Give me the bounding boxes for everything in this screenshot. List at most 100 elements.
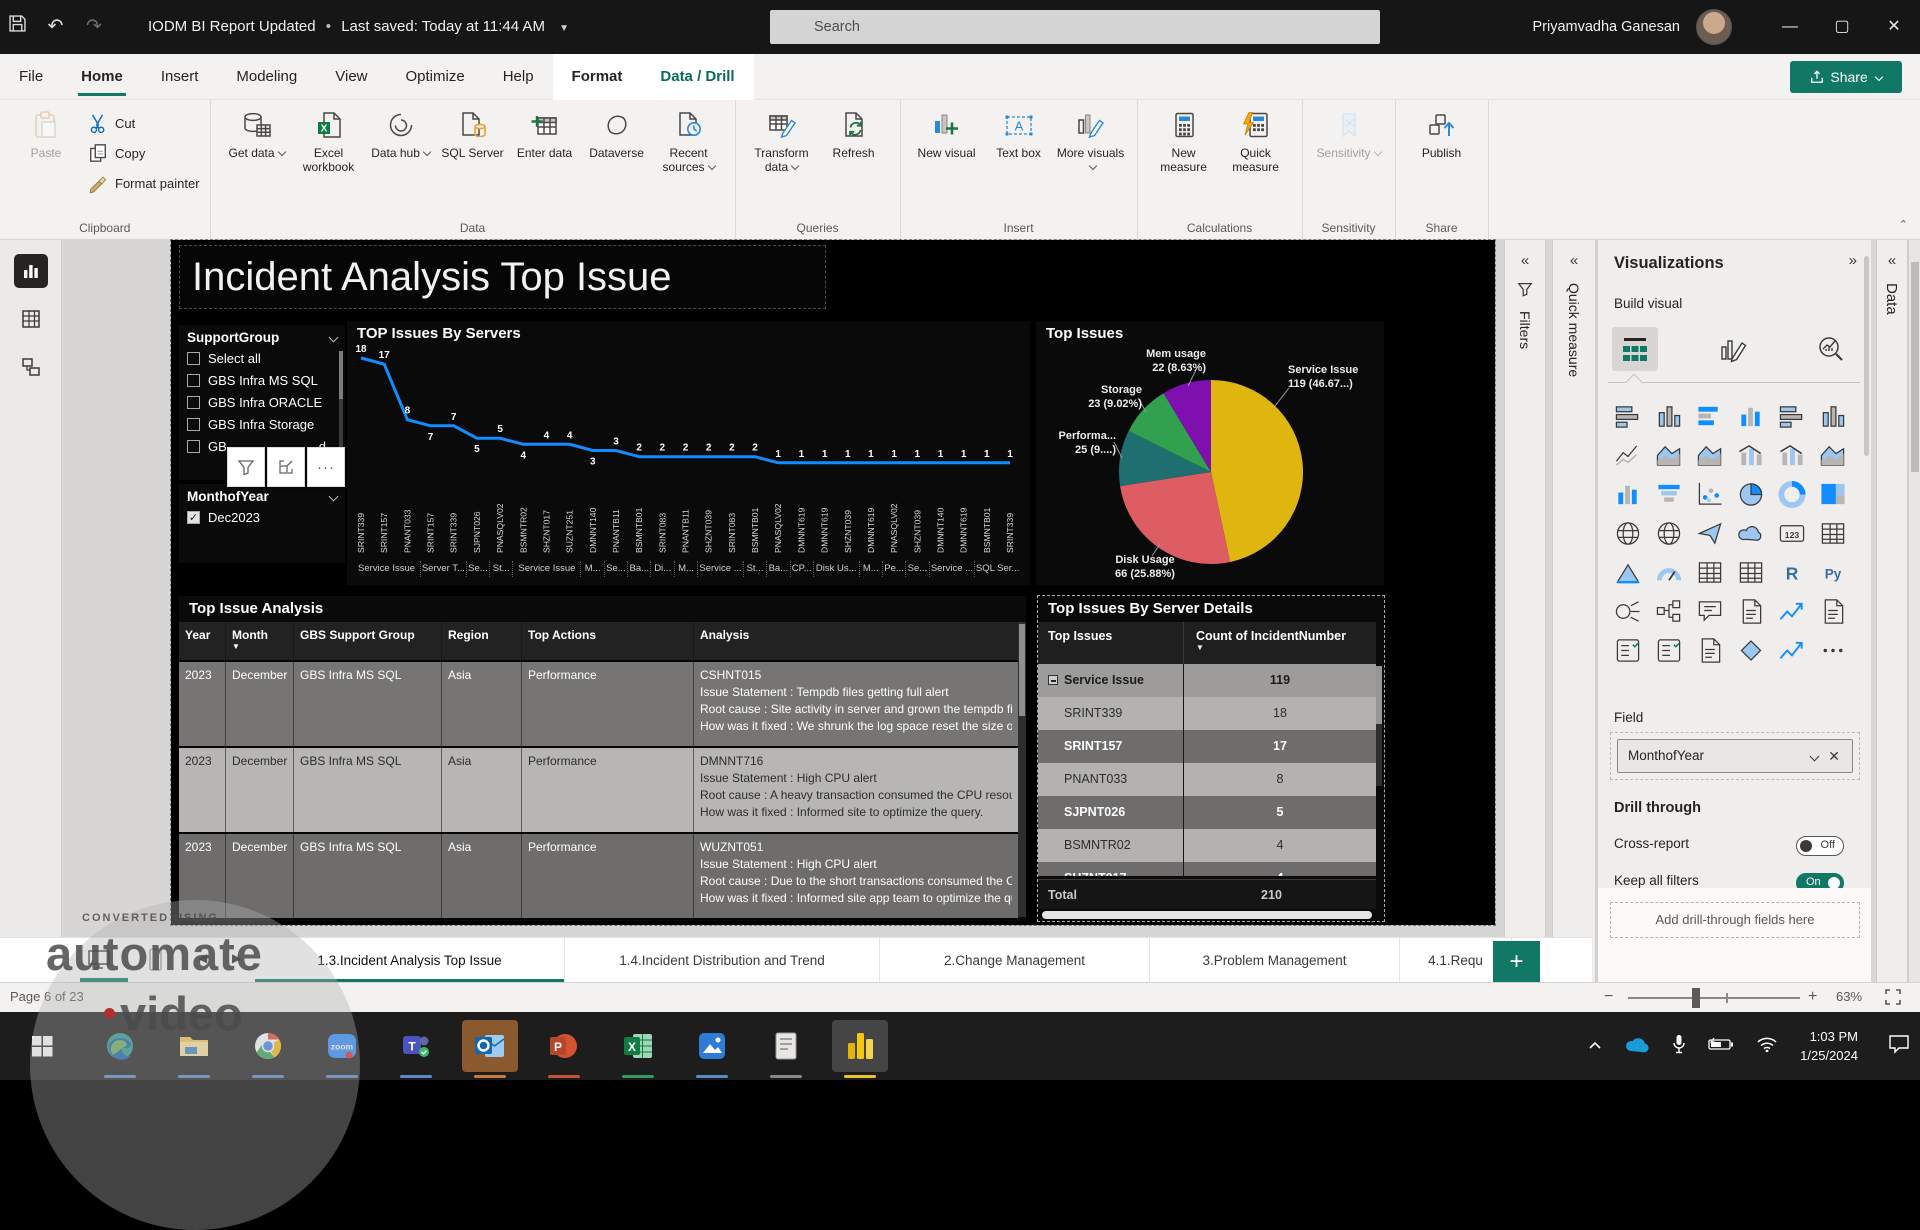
visual-type-funnel-chart[interactable] bbox=[1653, 480, 1685, 508]
visual-type-stacked-bar-chart[interactable] bbox=[1612, 402, 1644, 430]
minimize-button[interactable]: — bbox=[1764, 0, 1816, 54]
quick-measure-button[interactable]: Quick measure bbox=[1220, 106, 1292, 215]
table-row[interactable]: 2023DecemberGBS Infra MS SQLAsiaPerforma… bbox=[179, 834, 1018, 920]
add-drill-through-fields-dropzone[interactable]: Add drill-through fields here bbox=[1610, 902, 1860, 938]
slicer-option-dec2023[interactable]: ✓Dec2023 bbox=[179, 506, 345, 528]
column-header-count[interactable]: Count of IncidentNumber▼ bbox=[1196, 629, 1346, 651]
slicer-option-gbs-infra-ms-sql[interactable]: GBS Infra MS SQL bbox=[179, 369, 345, 391]
undo-icon[interactable]: ↶ bbox=[38, 0, 72, 54]
matrix-horizontal-scrollbar[interactable] bbox=[1042, 911, 1372, 919]
taskbar-app-zoom[interactable]: zoom bbox=[314, 1020, 370, 1072]
build-visual-tab[interactable] bbox=[1612, 327, 1658, 371]
visual-type-map[interactable] bbox=[1612, 519, 1644, 547]
focus-mode-icon[interactable] bbox=[267, 447, 305, 487]
new-measure-button[interactable]: New measure bbox=[1148, 106, 1220, 215]
visual-type-table[interactable] bbox=[1817, 519, 1849, 547]
page-tab-2[interactable]: 1.4.Incident Distribution and Trend bbox=[565, 938, 880, 983]
more-visuals-button[interactable]: More visuals bbox=[1055, 106, 1127, 215]
menu-item-file[interactable]: File bbox=[0, 54, 62, 100]
visual-type-waterfall-chart[interactable] bbox=[1612, 480, 1644, 508]
menu-item-insert[interactable]: Insert bbox=[142, 54, 218, 100]
battery-icon[interactable] bbox=[1708, 1037, 1734, 1056]
visual-type-azure-map[interactable] bbox=[1694, 519, 1726, 547]
search-input[interactable] bbox=[770, 10, 1380, 44]
expand-pane-icon[interactable]: » bbox=[1849, 252, 1857, 269]
column-header-analysis[interactable]: Analysis bbox=[693, 622, 1018, 660]
visual-type-card[interactable]: 123 bbox=[1776, 519, 1808, 547]
visual-type-paginated-report[interactable] bbox=[1817, 597, 1849, 625]
checkbox-icon[interactable] bbox=[187, 396, 200, 409]
visual-type-more-options[interactable] bbox=[1817, 636, 1849, 664]
menu-item-home[interactable]: Home bbox=[62, 54, 142, 100]
quick-measure-pane-collapsed[interactable]: « Quick measure bbox=[1552, 240, 1596, 1012]
visual-type-power-apps[interactable] bbox=[1735, 636, 1767, 664]
matrix-row-shznt017[interactable]: SHZNT0174 bbox=[1038, 862, 1376, 876]
visual-type-100-stacked-column-chart[interactable] bbox=[1817, 402, 1849, 430]
expand-filters-icon[interactable]: « bbox=[1505, 252, 1545, 269]
taskbar-app-power-bi[interactable] bbox=[832, 1020, 888, 1072]
avatar[interactable] bbox=[1696, 9, 1732, 45]
zoom-slider[interactable] bbox=[1628, 997, 1800, 999]
visual-type-smart-narrative[interactable] bbox=[1735, 597, 1767, 625]
visual-type-q-and-a[interactable] bbox=[1694, 597, 1726, 625]
enter-data-button[interactable]: Enter data bbox=[509, 106, 581, 215]
tray-chevron-icon[interactable] bbox=[1588, 1037, 1602, 1055]
title-caret-icon[interactable]: ▼ bbox=[559, 2, 569, 56]
taskbar-app-chrome[interactable] bbox=[240, 1020, 296, 1072]
excel-workbook-button[interactable]: XExcel workbook bbox=[293, 106, 365, 215]
menu-item-optimize[interactable]: Optimize bbox=[387, 54, 484, 100]
data-pane-collapsed[interactable]: « Data bbox=[1876, 240, 1908, 1012]
zoom-out-icon[interactable]: − bbox=[1604, 988, 1613, 1006]
taskbar-app-outlook[interactable] bbox=[462, 1020, 518, 1072]
visual-type-text-slicer[interactable] bbox=[1694, 636, 1726, 664]
visual-type-decomposition-tree[interactable] bbox=[1653, 597, 1685, 625]
data-hub-button[interactable]: Data hub bbox=[365, 106, 437, 215]
visual-type-line-and-stacked-column-chart[interactable] bbox=[1735, 441, 1767, 469]
matrix-row-srint157[interactable]: SRINT15717 bbox=[1038, 730, 1376, 763]
new-visual-button[interactable]: New visual bbox=[911, 106, 983, 215]
expand-quick-measure-icon[interactable]: « bbox=[1553, 252, 1595, 269]
visual-page-title[interactable]: Incident Analysis Top Issue bbox=[179, 245, 826, 309]
matrix-row-bsmntr02[interactable]: BSMNTR024 bbox=[1038, 829, 1376, 862]
refresh-button[interactable]: Refresh bbox=[818, 106, 890, 215]
publish-button[interactable]: Publish bbox=[1406, 106, 1478, 215]
column-header-gbs-support-group[interactable]: GBS Support Group bbox=[293, 622, 441, 660]
menu-item-view[interactable]: View bbox=[316, 54, 386, 100]
visual-analysis-table[interactable]: Top Issue Analysis YearMonth▼GBS Support… bbox=[179, 596, 1026, 921]
page-tab-3[interactable]: 2.Change Management bbox=[880, 938, 1150, 983]
visual-type-scatter-chart[interactable] bbox=[1694, 480, 1726, 508]
visual-type-line-chart[interactable] bbox=[1612, 441, 1644, 469]
save-icon[interactable] bbox=[0, 0, 34, 54]
paste-button[interactable]: Paste bbox=[10, 106, 82, 215]
maximize-button[interactable]: ▢ bbox=[1816, 0, 1868, 54]
slicer-monthofyear[interactable]: MonthofYear ✓Dec2023 bbox=[179, 484, 345, 563]
visual-pie-chart[interactable]: Top Issues Service Issue119 (46.67...)Di… bbox=[1036, 321, 1384, 585]
checkbox-icon[interactable] bbox=[187, 352, 200, 365]
pie-slice-service-issue[interactable] bbox=[1211, 380, 1303, 562]
menu-item-data-drill[interactable]: Data / Drill bbox=[641, 54, 753, 100]
visual-type-gauge[interactable] bbox=[1653, 558, 1685, 586]
sql-server-button[interactable]: SQL Server bbox=[437, 106, 509, 215]
matrix-row-service-issue[interactable]: Service Issue119 bbox=[1038, 664, 1376, 697]
transform-data-button[interactable]: Transform data bbox=[746, 106, 818, 215]
visual-type-filled-map[interactable] bbox=[1653, 519, 1685, 547]
matrix-row-sjpnt026[interactable]: SJPNT0265 bbox=[1038, 796, 1376, 829]
prev-page-icon[interactable]: ◀ bbox=[198, 951, 207, 965]
data-view-button[interactable] bbox=[14, 302, 48, 336]
menu-item-modeling[interactable]: Modeling bbox=[217, 54, 316, 100]
taskbar-app-photos[interactable] bbox=[684, 1020, 740, 1072]
column-header-top-issues[interactable]: Top Issues bbox=[1048, 629, 1112, 643]
sensitivity-button[interactable]: Sensitivity bbox=[1313, 106, 1385, 215]
visual-type-shape-map[interactable] bbox=[1735, 519, 1767, 547]
pie-slice-disk-usage[interactable] bbox=[1120, 472, 1230, 564]
next-page-icon[interactable]: ▶ bbox=[232, 951, 241, 965]
matrix-row-pnant033[interactable]: PNANT0338 bbox=[1038, 763, 1376, 796]
checkbox-icon[interactable] bbox=[187, 440, 200, 453]
taskbar-app-powerpoint[interactable]: P bbox=[536, 1020, 592, 1072]
clock[interactable]: 1:03 PM1/25/2024 bbox=[1800, 1027, 1858, 1066]
menu-item-help[interactable]: Help bbox=[484, 54, 553, 100]
visual-type-python-visual[interactable]: Py bbox=[1817, 558, 1849, 586]
text-box-button[interactable]: AText box bbox=[983, 106, 1055, 215]
onedrive-icon[interactable] bbox=[1624, 1035, 1650, 1058]
visual-type-slicer[interactable] bbox=[1612, 636, 1644, 664]
